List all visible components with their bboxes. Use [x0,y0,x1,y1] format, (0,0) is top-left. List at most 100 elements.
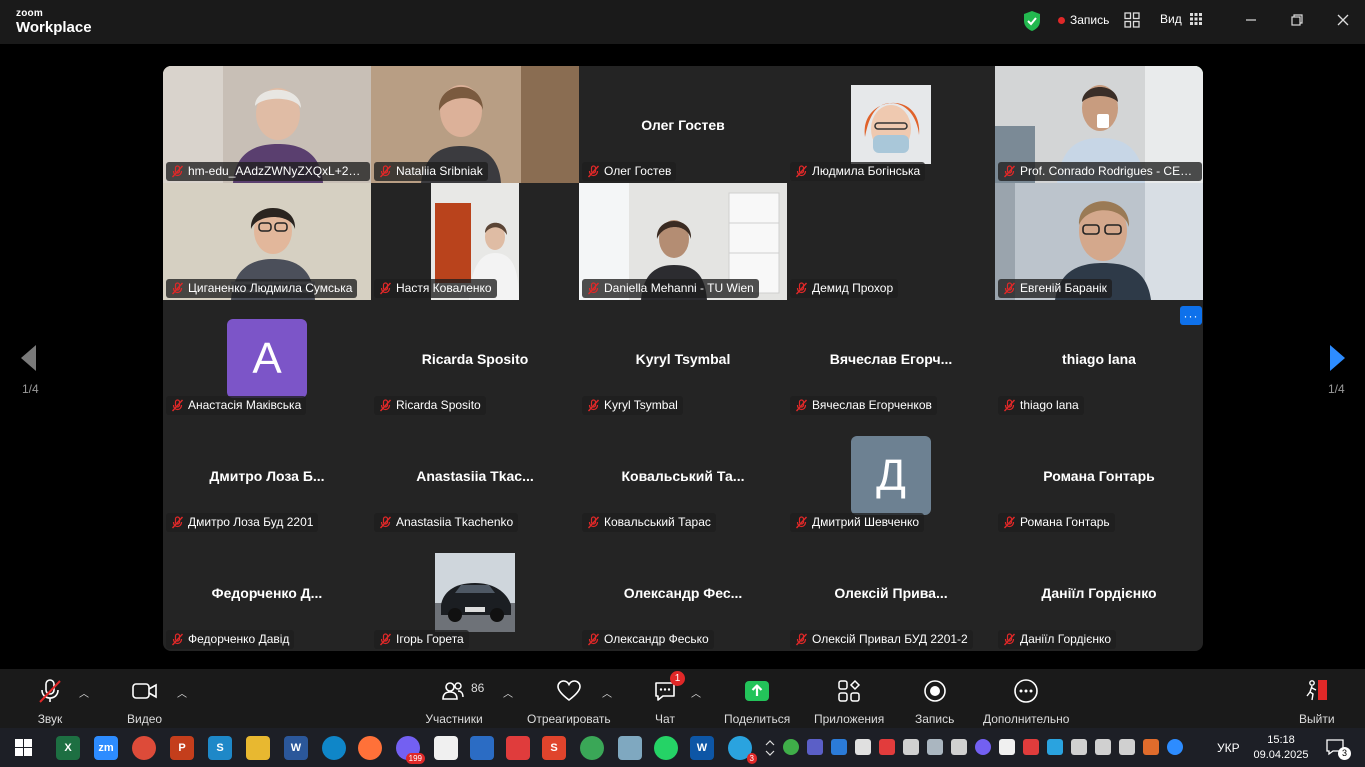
participant-tile[interactable]: Олександр Фес... Олександр Фесько [579,534,787,651]
volume-tray-icon[interactable] [1119,739,1135,755]
close-button[interactable] [1329,8,1357,32]
speaker-tray-icon[interactable] [1143,739,1159,755]
audio-button[interactable]: Звук [36,677,64,726]
zoom-icon[interactable]: zm [88,728,124,767]
powerpoint-icon[interactable]: P [170,736,194,760]
participant-tile[interactable]: Anastasiia Tkac... Anastasiia Tkachenko [371,417,579,534]
participant-tile[interactable]: Daniella Mehanni - TU Wien [579,183,787,300]
save-icon[interactable] [470,736,494,760]
participant-tile[interactable]: Д Дмитрий Шевченко [787,417,995,534]
participant-tile[interactable]: Дмитро Лоза Б... Дмитро Лоза Буд 2201 [163,417,371,534]
battery-tray-icon[interactable] [999,739,1015,755]
minimize-button[interactable] [1237,8,1265,32]
tray-expand-icon[interactable] [764,738,776,758]
video-button[interactable]: Видео [127,677,162,726]
participant-tile[interactable]: A Анастасія Маківська [163,300,371,417]
participant-tile[interactable]: Даніїл Гордієнко Даніїл Гордієнко [995,534,1203,651]
restore-button[interactable] [1283,8,1311,32]
webex-tray-icon[interactable] [831,739,847,755]
word-icon[interactable]: W [284,736,308,760]
telegram-icon[interactable]: 3 [728,736,757,764]
mic-tray-icon[interactable] [903,739,919,755]
wifi-tray-icon[interactable] [1071,739,1087,755]
minimize-icon [1246,19,1256,21]
prev-page-icon[interactable] [18,343,38,373]
notifications-count: 3 [1338,747,1351,760]
next-page-icon[interactable] [1328,343,1348,373]
participant-tile[interactable]: Циганенко Людмила Сумська [163,183,371,300]
monitor-tray-icon[interactable] [927,739,943,755]
participants-options-caret-icon[interactable]: ︿ [503,685,513,700]
folder-icon[interactable] [246,736,270,760]
chrome-profile-icon[interactable] [580,736,604,760]
chat-button[interactable]: 1 Чат [651,671,685,726]
file-icon[interactable] [434,736,458,760]
security-shield-icon[interactable] [1022,10,1042,32]
apps-button[interactable]: Приложения [814,677,884,726]
network-tray-icon[interactable] [1047,739,1063,755]
tile-more-options-button[interactable]: ··· [1180,306,1202,325]
participant-tile[interactable]: Ковальський Та... Ковальський Тарас [579,417,787,534]
shield-tray-icon[interactable] [783,739,799,755]
edge-icon[interactable] [322,736,346,760]
input-language[interactable]: УКР [1217,741,1240,755]
viber-icon[interactable]: 199 [396,736,425,764]
clock[interactable]: 15:18 09.04.2025 [1251,733,1311,763]
app-s-icon[interactable]: S [208,736,232,760]
app-s-tray-icon[interactable] [1023,739,1039,755]
meeting-toolbar: Звук ︿ Видео ︿ Участники 86 ︿ Отреагиров… [0,669,1365,728]
app-tool-icon[interactable] [618,736,642,760]
more-button[interactable]: Дополнительно [983,677,1069,726]
view-button[interactable]: Вид [1160,12,1202,26]
participant-tile[interactable]: Демид Прохор [787,183,995,300]
participant-tile[interactable]: Евгеній Баранік [995,183,1203,300]
tool-tray-icon[interactable] [855,739,871,755]
leave-door-icon [1306,680,1327,701]
participant-display-name: Даніїл Гордієнко [1041,584,1157,601]
chat-options-caret-icon[interactable]: ︿ [691,685,701,700]
participant-tile[interactable]: Федорченко Д... Федорченко Давід [163,534,371,651]
react-options-caret-icon[interactable]: ︿ [602,685,612,700]
participant-tile[interactable]: Ігорь Горета [371,534,579,651]
anydesk-icon[interactable] [506,736,530,760]
participant-name-tag: Nataliia Sribniak [374,162,488,181]
record-button[interactable]: Запись [915,677,954,726]
leave-button[interactable]: Выйти [1299,677,1335,726]
share-button[interactable]: Поделиться [724,677,790,726]
participant-tile[interactable]: Людмила Богінська [787,66,995,183]
participant-tile[interactable]: Вячеслав Егорч... Вячеслав Егорченков [787,300,995,417]
apps-grid-icon[interactable] [1124,12,1140,28]
audio-options-caret-icon[interactable]: ︿ [79,685,89,700]
usb-tray-icon[interactable] [951,739,967,755]
zoom-tray-icon[interactable] [1167,739,1183,755]
participant-tile[interactable]: Prof. Conrado Rodrigues - CEFET-MG [995,66,1203,183]
whatsapp-icon[interactable] [654,736,678,760]
react-button[interactable]: Отреагировать [527,677,611,726]
participant-tile[interactable]: Ricarda Sposito Ricarda Sposito [371,300,579,417]
recording-indicator[interactable]: Запись [1058,13,1109,27]
teams-tray-icon[interactable] [807,739,823,755]
tray-app-icon[interactable] [879,739,895,755]
video-options-caret-icon[interactable]: ︿ [177,685,187,700]
firefox-icon[interactable] [358,736,382,760]
participant-tile[interactable]: Олексій Прива... Олексій Привал БУД 2201-… [787,534,995,651]
notifications-button[interactable]: 3 [1325,738,1351,760]
participant-tile[interactable]: Kyryl Tsymbal Kyryl Tsymbal [579,300,787,417]
clock-time: 15:18 [1267,734,1295,746]
display-tray-icon[interactable] [1095,739,1111,755]
participant-tile[interactable]: Олег Гостев Олег Гостев [579,66,787,183]
participant-tile[interactable]: Nataliia Sribniak [371,66,579,183]
windows-start-icon[interactable] [15,739,32,756]
participant-tile[interactable]: thiago lana thiago lana [995,300,1203,417]
excel-icon[interactable]: X [56,736,80,760]
app-s-red-icon[interactable]: S [542,736,566,760]
video-camera-icon [131,683,157,699]
participant-tile[interactable]: Романа Гонтарь Романа Гонтарь [995,417,1203,534]
participant-tile[interactable]: Настя Коваленко [371,183,579,300]
chrome-icon[interactable] [132,736,156,760]
participant-name-tag: Ковальський Тарас [582,513,716,532]
viber-tray-icon[interactable] [975,739,991,755]
webex-icon[interactable]: W [690,736,714,760]
participant-display-name: Романа Гонтарь [1043,467,1155,484]
participant-tile[interactable]: hm-edu_AAdzZWNyZXQxL+2hayfbiDuAIPfRE [163,66,371,183]
